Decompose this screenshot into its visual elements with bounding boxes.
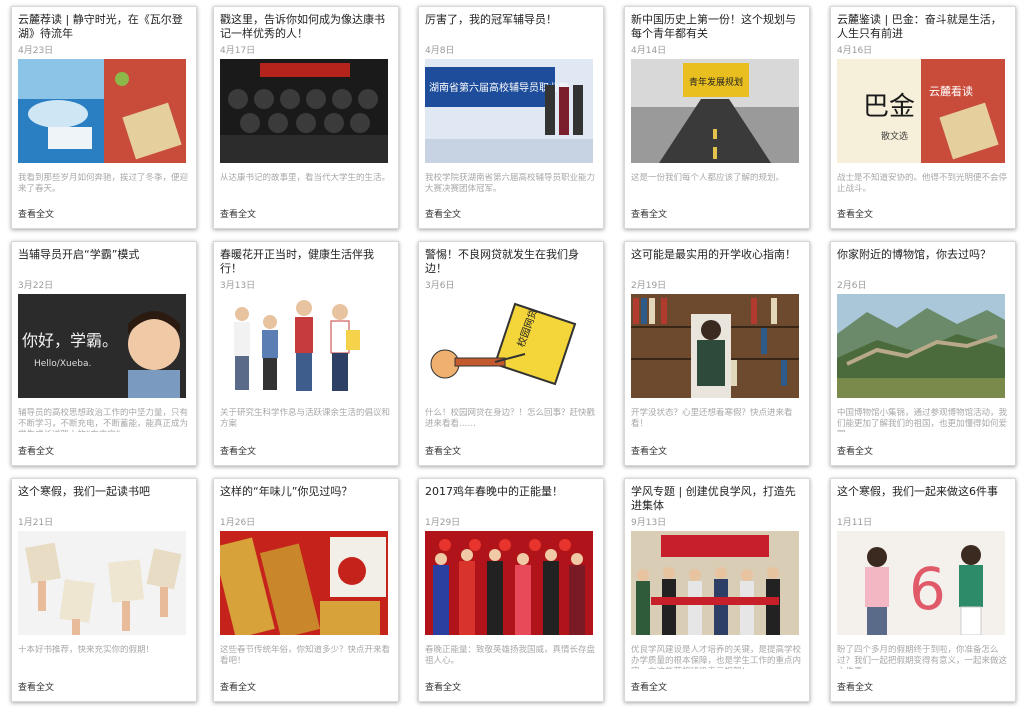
article-title: 新中国历史上第一份！这个规划与每个青年都有关 — [631, 13, 796, 40]
article-card[interactable]: 你家附近的博物馆，你去过吗？ 2月6日 中国博物馆小集锦，通过参观博物馆活动，我… — [830, 241, 1016, 466]
logo-text: 云麓看读 — [929, 84, 973, 98]
article-summary: 什么！校园网贷在身边？！怎么回事？赶快戳进来看看…… — [425, 408, 595, 429]
article-date: 4月16日 — [837, 46, 873, 56]
article-title: 云麓鉴读 | 巴金：奋斗就是生活，人生只有前进 — [837, 13, 1002, 40]
article-title: 春暖花开正当时，健康生活伴我行！ — [220, 248, 374, 275]
article-card[interactable]: 春暖花开正当时，健康生活伴我行！ 3月13日 关于研究生科学作息与活跃课余生活的… — [213, 241, 399, 466]
article-card[interactable]: 云麓鉴读 | 巴金：奋斗就是生活，人生只有前进 4月16日 巴金 散文选 云麓看… — [830, 6, 1016, 229]
read-more-link[interactable]: 查看全文 — [837, 207, 873, 220]
book-subtitle-text: 散文选 — [881, 130, 908, 142]
read-more-link[interactable]: 查看全文 — [18, 444, 54, 457]
article-title: 这可能是最实用的开学收心指南！ — [631, 248, 796, 261]
article-summary: 战士是不知道安协的。他得不到光明便不会停止战斗。 — [837, 173, 1007, 194]
article-card[interactable]: 这个寒假，我们一起来做这6件事 1月11日 6 盼了四个多月的假期终于到啦，你准… — [830, 478, 1016, 702]
article-grid: 云麓荐读 | 静守时光，在《瓦尔登湖》待流年 4月23日 我看到那些岁月如何奔驰… — [0, 0, 1024, 710]
article-title: 学风专题 | 创建优良学风，打造先进集体 — [631, 485, 796, 512]
chalkboard-text: 你好，学霸。 — [22, 331, 118, 350]
read-more-link[interactable]: 查看全文 — [18, 207, 54, 220]
article-date: 4月23日 — [18, 46, 54, 56]
read-more-link[interactable]: 查看全文 — [837, 444, 873, 457]
article-date: 4月8日 — [425, 46, 455, 56]
read-more-link[interactable]: 查看全文 — [220, 207, 256, 220]
banner-text: 青年发展规划 — [689, 76, 743, 88]
article-summary: 开学没状态？心里还想着寒假？快点进来看看！ — [631, 408, 793, 429]
read-more-link[interactable]: 查看全文 — [631, 680, 667, 693]
big-number: 6 — [909, 555, 946, 623]
article-summary: 这些春节传统年俗，你知道多少？快点开来看看吧！ — [220, 645, 390, 666]
article-title: 2017鸡年春晚中的正能量！ — [425, 485, 563, 498]
article-thumbnail — [18, 531, 186, 635]
article-card[interactable]: 学风专题 | 创建优良学风，打造先进集体 9月13日 优良学风建设是人才培养的关… — [624, 478, 810, 702]
article-date: 2月6日 — [837, 281, 867, 291]
article-title: 你家附近的博物馆，你去过吗？ — [837, 248, 991, 261]
article-thumbnail — [425, 531, 593, 635]
article-thumbnail: 你好，学霸。 Hello/Xueba. — [18, 294, 186, 398]
article-title: 厉害了，我的冠军辅导员！ — [425, 13, 557, 26]
article-date: 3月22日 — [18, 281, 54, 291]
article-card[interactable]: 这个寒假，我们一起读书吧 1月21日 十本好书推荐，快来充实你的假期！ 查看全文 — [11, 478, 197, 702]
article-card[interactable]: 厉害了，我的冠军辅导员！ 4月8日 湖南省第六届高校辅导员职业能 我校学院获湖南… — [418, 6, 604, 229]
article-summary: 春晚正能量：致敬英雄扬我国威，真情长存盘祖人心。 — [425, 645, 595, 666]
article-thumbnail — [220, 531, 388, 635]
article-title: 这个寒假，我们一起来做这6件事 — [837, 485, 998, 498]
article-date: 1月21日 — [18, 518, 54, 528]
article-summary: 辅导员的高校思想政治工作的中坚力量，只有不断学习，不断充电，不断蓄能，能真正成为… — [18, 408, 188, 432]
article-date: 9月13日 — [631, 518, 667, 528]
article-date: 2月19日 — [631, 281, 667, 291]
article-card[interactable]: 这可能是最实用的开学收心指南！ 2月19日 开学没状态？心里还想着寒假？快点进来… — [624, 241, 810, 466]
article-summary: 我校学院获湖南省第六届高校辅导员职业能力大赛决赛团体冠军。 — [425, 173, 595, 194]
article-title: 这个寒假，我们一起读书吧 — [18, 485, 150, 498]
article-summary: 优良学风建设是人才培养的关键，是提高学校办学质量的根本保障，也是学生工作的重点内… — [631, 645, 801, 669]
article-card[interactable]: 新中国历史上第一份！这个规划与每个青年都有关 4月14日 青年发展规划 这是一份… — [624, 6, 810, 229]
article-date: 1月11日 — [837, 518, 873, 528]
article-summary: 中国博物馆小集锦，通过参观博物馆活动，我们能更加了解我们的祖国，也更加懂得如何爱… — [837, 408, 1007, 432]
book-title-text: 巴金 — [863, 92, 915, 122]
article-thumbnail: 校园网贷 — [425, 294, 593, 398]
read-more-link[interactable]: 查看全文 — [425, 207, 461, 220]
article-summary: 我看到那些岁月如何奔驰，挨过了冬季，便迎来了春天。 — [18, 173, 188, 194]
article-date: 3月6日 — [425, 281, 455, 291]
article-thumbnail: 青年发展规划 — [631, 59, 799, 163]
article-card[interactable]: 当辅导员开启“学霸”模式 3月22日 你好，学霸。 Hello/Xueba. 辅… — [11, 241, 197, 466]
article-card[interactable]: 这样的“年味儿”你见过吗？ 1月26日 这些春节传统年俗，你知道多少？快点开来看… — [213, 478, 399, 702]
read-more-link[interactable]: 查看全文 — [425, 444, 461, 457]
article-thumbnail: 6 — [837, 531, 1005, 635]
article-summary: 十本好书推荐，快来充实你的假期！ — [18, 645, 155, 655]
article-summary: 这是一份我们每个人都应该了解的规划。 — [631, 173, 785, 183]
article-title: 戳这里，告诉你如何成为像达康书记一样优秀的人！ — [220, 13, 385, 40]
read-more-link[interactable]: 查看全文 — [631, 444, 667, 457]
read-more-link[interactable]: 查看全文 — [18, 680, 54, 693]
read-more-link[interactable]: 查看全文 — [220, 680, 256, 693]
article-thumbnail — [631, 294, 799, 398]
article-title: 警惕！不良网贷就发生在我们身边！ — [425, 248, 579, 275]
article-thumbnail — [837, 294, 1005, 398]
article-card[interactable]: 戳这里，告诉你如何成为像达康书记一样优秀的人！ 4月17日 从达康书记的故事里，… — [213, 6, 399, 229]
article-card[interactable]: 云麓荐读 | 静守时光，在《瓦尔登湖》待流年 4月23日 我看到那些岁月如何奔驰… — [11, 6, 197, 229]
read-more-link[interactable]: 查看全文 — [425, 680, 461, 693]
article-date: 4月17日 — [220, 46, 256, 56]
article-title: 云麓荐读 | 静守时光，在《瓦尔登湖》待流年 — [18, 13, 183, 40]
article-title: 当辅导员开启“学霸”模式 — [18, 248, 140, 261]
article-thumbnail — [18, 59, 186, 163]
article-card[interactable]: 警惕！不良网贷就发生在我们身边！ 3月6日 校园网贷 什么！校园网贷在身边？！怎… — [418, 241, 604, 466]
article-date: 4月14日 — [631, 46, 667, 56]
article-thumbnail — [220, 59, 388, 163]
article-title: 这样的“年味儿”你见过吗？ — [220, 485, 353, 498]
article-date: 3月13日 — [220, 281, 256, 291]
article-date: 1月26日 — [220, 518, 256, 528]
article-summary: 盼了四个多月的假期终于到啦，你准备怎么过？我们一起把假期变得有意义，一起来做这六… — [837, 645, 1007, 669]
chalkboard-subtext: Hello/Xueba. — [34, 359, 91, 369]
read-more-link[interactable]: 查看全文 — [631, 207, 667, 220]
article-thumbnail: 巴金 散文选 云麓看读 — [837, 59, 1005, 163]
article-thumbnail — [631, 531, 799, 635]
article-card[interactable]: 2017鸡年春晚中的正能量！ 1月29日 春晚正能量：致敬英雄扬我国威，真情长存… — [418, 478, 604, 702]
article-date: 1月29日 — [425, 518, 461, 528]
article-summary: 从达康书记的故事里，看当代大学生的生活。 — [220, 173, 390, 183]
article-thumbnail: 湖南省第六届高校辅导员职业能 — [425, 59, 593, 163]
read-more-link[interactable]: 查看全文 — [837, 680, 873, 693]
read-more-link[interactable]: 查看全文 — [220, 444, 256, 457]
article-summary: 关于研究生科学作息与活跃课余生活的倡议和方案 — [220, 408, 390, 429]
article-thumbnail — [220, 294, 388, 398]
